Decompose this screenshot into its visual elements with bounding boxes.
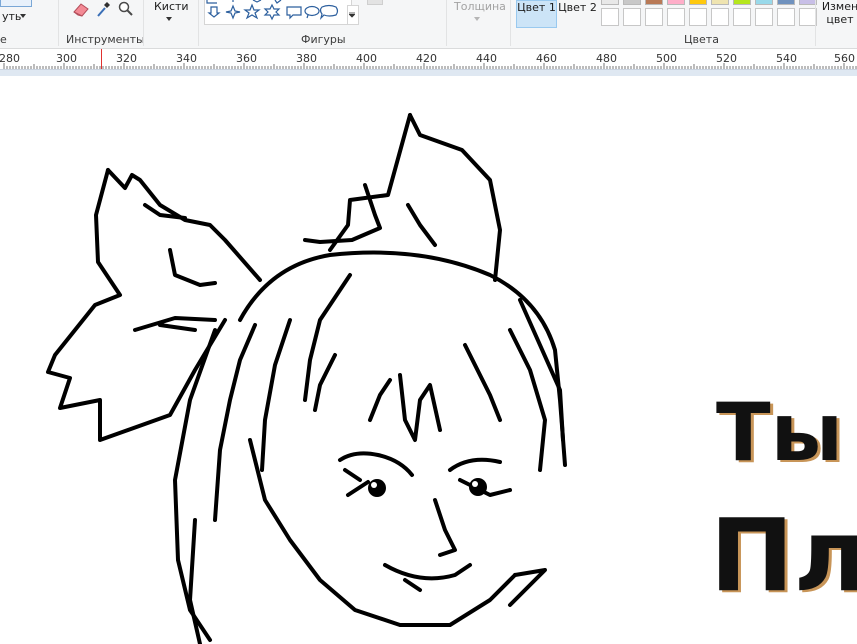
ruler-label: 460	[536, 52, 557, 65]
color2-button[interactable]: Цвет 2	[557, 0, 598, 28]
group-separator	[58, 0, 59, 46]
group-separator	[815, 0, 816, 46]
group-label-shapes: Фигуры	[301, 33, 346, 46]
palette-swatch[interactable]	[711, 0, 729, 5]
brushes-button[interactable]: Кисти	[154, 0, 189, 13]
ruler-label: 480	[596, 52, 617, 65]
chevron-down-icon	[474, 17, 480, 21]
palette-swatch-empty[interactable]	[667, 8, 685, 26]
palette-swatch[interactable]	[601, 0, 619, 5]
ruler-label: 540	[776, 52, 797, 65]
chevron-down-icon	[20, 14, 26, 18]
palette-swatch-empty[interactable]	[601, 8, 619, 26]
palette-swatch[interactable]	[689, 0, 707, 5]
magnifier-icon[interactable]	[118, 1, 134, 18]
sign-text-line2: Пл	[710, 500, 857, 614]
ruler-label: 340	[176, 52, 197, 65]
thickness-button[interactable]: Толщина	[454, 0, 506, 13]
ruler-label: 380	[296, 52, 317, 65]
group-separator	[510, 0, 511, 46]
palette-swatch-empty[interactable]	[645, 8, 663, 26]
chevron-down-icon	[166, 17, 172, 21]
palette-swatch-empty[interactable]	[623, 8, 641, 26]
ruler-label: 360	[236, 52, 257, 65]
eraser-icon[interactable]	[72, 1, 90, 17]
sign-text-line1: Ты	[716, 394, 843, 479]
shapes-gallery-icons	[206, 0, 339, 21]
palette-swatch-empty[interactable]	[689, 8, 707, 26]
color1-label: Цвет 1	[517, 1, 556, 14]
palette-swatch[interactable]	[623, 0, 641, 5]
ruler-label: 420	[416, 52, 437, 65]
horizontal-ruler: 280 300 320 340 360 380 400 420 440 460 …	[0, 49, 857, 70]
drawing-canvas[interactable]: Ты Пл	[0, 76, 857, 644]
color-picker-icon[interactable]	[95, 1, 111, 18]
group-label-image: е	[0, 33, 7, 46]
ruler-label: 280	[0, 52, 20, 65]
ruler-label: 400	[356, 52, 377, 65]
paste-dropdown-label[interactable]: уть	[2, 10, 21, 23]
palette-swatch-empty[interactable]	[755, 8, 773, 26]
color2-label: Цвет 2	[558, 1, 597, 14]
group-label-colors: Цвета	[684, 33, 719, 46]
color1-button[interactable]: Цвет 1	[516, 0, 557, 28]
group-separator	[143, 0, 144, 46]
palette-swatch[interactable]	[733, 0, 751, 5]
palette-swatch[interactable]	[777, 0, 795, 5]
palette-swatch[interactable]	[667, 0, 685, 5]
palette-swatch[interactable]	[645, 0, 663, 5]
ruler-label: 500	[656, 52, 677, 65]
ruler-label: 320	[116, 52, 137, 65]
group-separator	[446, 0, 447, 46]
edit-colors-label: Измен цвет	[821, 0, 857, 26]
palette-swatch[interactable]	[755, 0, 773, 5]
chevron-down-icon	[349, 12, 355, 18]
palette-swatch-empty[interactable]	[733, 8, 751, 26]
ruler-label: 300	[56, 52, 77, 65]
outline-fill-button[interactable]	[367, 0, 383, 5]
palette-swatch-empty[interactable]	[777, 8, 795, 26]
palette-swatch-empty[interactable]	[711, 8, 729, 26]
ruler-label: 520	[716, 52, 737, 65]
ruler-cursor-marker	[101, 49, 102, 69]
group-separator	[198, 0, 199, 46]
ruler-label: 440	[476, 52, 497, 65]
paste-button-fragment[interactable]	[0, 0, 32, 7]
ribbon: уть е Инструменты Кисти Фигуры Толщина Ц…	[0, 0, 857, 49]
edit-colors-button[interactable]: Измен цвет	[819, 0, 857, 28]
group-label-tools: Инструменты	[66, 33, 145, 46]
ruler-label: 560	[834, 52, 855, 65]
